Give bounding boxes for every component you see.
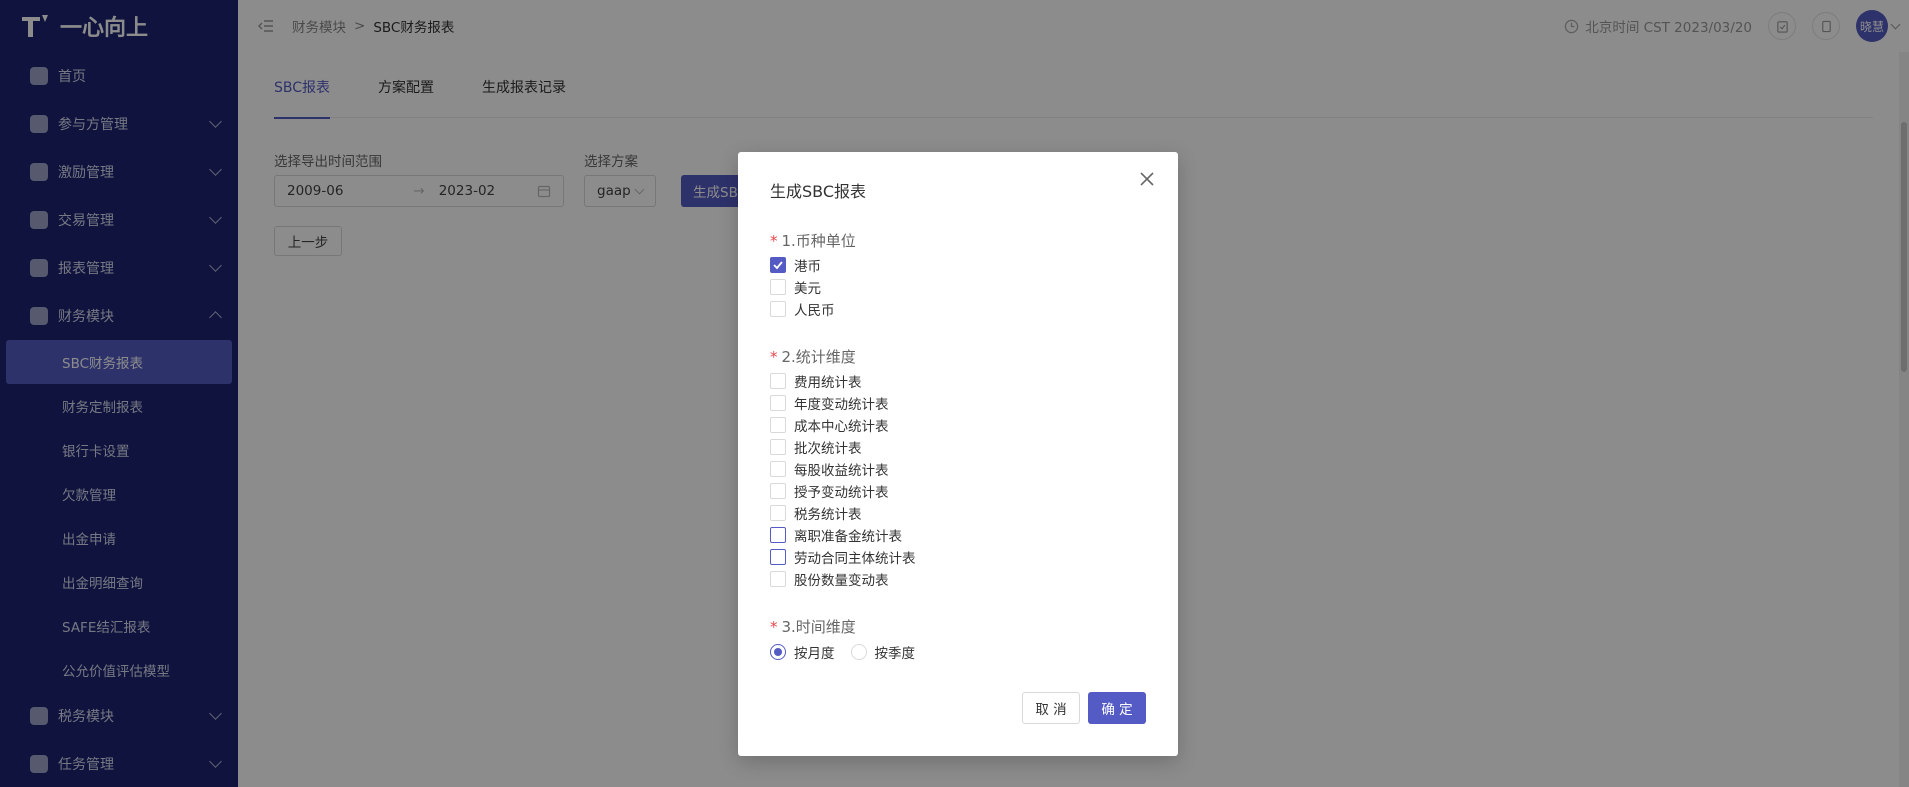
- dialog-title: 生成SBC报表: [770, 182, 867, 201]
- cancel-button[interactable]: 取 消: [1022, 692, 1080, 724]
- checkbox-label: 税务统计表: [794, 507, 862, 523]
- checkbox-icon: [770, 279, 786, 295]
- checkbox-icon: [770, 417, 786, 433]
- checkbox-annual-change[interactable]: 年度变动统计表: [770, 393, 889, 413]
- checkbox-icon: [770, 549, 786, 565]
- checkbox-icon: [770, 505, 786, 521]
- checkbox-resignation-reserve[interactable]: 离职准备金统计表: [770, 525, 902, 545]
- checkbox-label: 劳动合同主体统计表: [794, 551, 916, 567]
- checkbox-icon: [770, 301, 786, 317]
- checkbox-label: 美元: [794, 281, 821, 297]
- checkbox-label: 离职准备金统计表: [794, 529, 902, 545]
- radio-quarterly[interactable]: 按季度: [850, 642, 916, 662]
- required-mark: *: [770, 232, 778, 250]
- checkbox-icon: [770, 461, 786, 477]
- close-icon[interactable]: [1138, 170, 1156, 188]
- checkbox-hkd[interactable]: 港币: [770, 255, 821, 275]
- checkbox-label: 成本中心统计表: [794, 419, 889, 435]
- checkbox-labor-contract[interactable]: 劳动合同主体统计表: [770, 547, 916, 567]
- checkbox-batch[interactable]: 批次统计表: [770, 437, 862, 457]
- required-mark: *: [770, 348, 778, 366]
- checkbox-icon: [770, 527, 786, 543]
- time-section-title: * 3.时间维度: [770, 616, 856, 637]
- checkbox-label: 港币: [794, 259, 821, 275]
- checkbox-cny[interactable]: 人民币: [770, 299, 835, 319]
- checkbox-tax-stats[interactable]: 税务统计表: [770, 503, 862, 523]
- section-title-text: 3.时间维度: [781, 618, 856, 636]
- confirm-button[interactable]: 确 定: [1088, 692, 1146, 724]
- checkbox-eps[interactable]: 每股收益统计表: [770, 459, 889, 479]
- checkbox-icon: [770, 439, 786, 455]
- checkbox-label: 股份数量变动表: [794, 573, 889, 589]
- checkbox-icon: [770, 483, 786, 499]
- checkbox-expense-stats[interactable]: 费用统计表: [770, 371, 862, 391]
- radio-icon: [850, 644, 867, 660]
- required-mark: *: [770, 618, 778, 636]
- checkbox-label: 批次统计表: [794, 441, 862, 457]
- radio-selected-icon: [770, 644, 786, 660]
- checkbox-icon: [770, 571, 786, 587]
- dimension-section-title: * 2.统计维度: [770, 346, 856, 367]
- checkbox-label: 费用统计表: [794, 375, 862, 391]
- section-title-text: 1.币种单位: [781, 232, 856, 250]
- checkbox-icon: [770, 373, 786, 389]
- section-title-text: 2.统计维度: [781, 348, 856, 366]
- generate-report-dialog: 生成SBC报表 * 1.币种单位 港币 美元 人民币 * 2.统计维度 费用统计表 …: [738, 152, 1178, 756]
- checkbox-checked-icon: [770, 257, 786, 273]
- time-radio-group: 按月度 按季度: [770, 642, 915, 662]
- checkbox-icon: [770, 395, 786, 411]
- currency-section-title: * 1.币种单位: [770, 230, 856, 251]
- radio-monthly[interactable]: 按月度: [770, 642, 835, 662]
- radio-label: 按月度: [794, 646, 835, 662]
- checkbox-label: 年度变动统计表: [794, 397, 889, 413]
- checkbox-label: 授予变动统计表: [794, 485, 889, 501]
- checkbox-cost-center[interactable]: 成本中心统计表: [770, 415, 889, 435]
- checkbox-label: 每股收益统计表: [794, 463, 889, 479]
- checkbox-grant-change[interactable]: 授予变动统计表: [770, 481, 889, 501]
- radio-label: 按季度: [874, 646, 916, 662]
- checkbox-usd[interactable]: 美元: [770, 277, 821, 297]
- checkbox-label: 人民币: [794, 303, 835, 319]
- checkbox-share-quantity[interactable]: 股份数量变动表: [770, 569, 889, 589]
